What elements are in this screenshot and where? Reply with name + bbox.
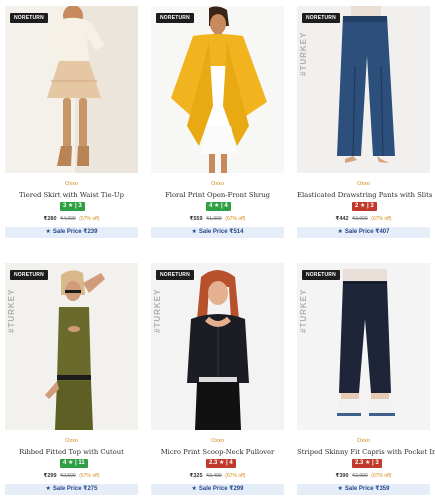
mrp-price: ₹3,499 — [206, 473, 222, 479]
discount-text: (67% off) — [79, 473, 100, 479]
mrp-price: ₹2,599 — [60, 473, 76, 479]
product-card[interactable]: NORETURN #TURKEY Oxxo Elasticated Drawst… — [297, 6, 432, 238]
product-image[interactable]: NORETURN #TURKEY — [297, 6, 430, 173]
product-card[interactable]: NORETURN #TURKEY Oxxo Micro Print Scoop-… — [151, 263, 284, 495]
discount-text: (67% off) — [225, 216, 246, 222]
brand-label: Oxxo — [357, 181, 370, 187]
noreturn-badge: NORETURN — [156, 270, 194, 280]
price-row: ₹559 ₹1,999 (67% off) — [151, 216, 284, 222]
sale-price-text: Sale Price ₹275 — [52, 486, 98, 492]
star-icon: ★ — [337, 229, 343, 235]
sale-price-text: Sale Price ₹239 — [52, 229, 98, 235]
price-row: ₹325 ₹3,499 (67% off) — [151, 473, 284, 479]
product-image[interactable]: NORETURN — [5, 6, 138, 173]
product-image[interactable]: NORETURN — [151, 6, 284, 173]
discount-text: (67% off) — [225, 473, 246, 479]
product-title[interactable]: Ribbed Fitted Top with Cutout — [5, 448, 138, 456]
price-row: ₹442 ₹3,999 (67% off) — [297, 216, 430, 222]
sale-price-banner: ★ Sale Price ₹299 — [151, 484, 284, 495]
product-grid: NORETURN Oxxo Tiered Skirt with Waist Ti… — [0, 0, 435, 500]
selling-price: ₹442 — [335, 216, 349, 222]
rating-badge: 3 ★ | 3 — [60, 202, 85, 211]
selling-price: ₹390 — [335, 473, 349, 479]
sale-price-banner: ★ Sale Price ₹239 — [5, 227, 138, 238]
mrp-price: ₹2,999 — [352, 473, 368, 479]
price-row: ₹280 ₹4,999 (67% off) — [5, 216, 138, 222]
product-title[interactable]: Elasticated Drawstring Pants with Slits — [297, 191, 432, 199]
product-title[interactable]: Floral Print Open-Front Shrug — [151, 191, 284, 199]
brand-label: Oxxo — [357, 438, 370, 444]
selling-price: ₹280 — [43, 216, 57, 222]
star-icon: ★ — [191, 486, 197, 492]
product-card[interactable]: NORETURN #TURKEY Oxxo Ribbed Fitted Top … — [5, 263, 138, 495]
product-card[interactable]: NORETURN Oxxo Tiered Skirt with Waist Ti… — [5, 6, 138, 238]
noreturn-badge: NORETURN — [10, 13, 48, 23]
sale-price-text: Sale Price ₹359 — [344, 486, 390, 492]
product-card[interactable]: NORETURN #TURKEY Oxxo Striped Skinny Fit… — [297, 263, 435, 495]
discount-text: (67% off) — [371, 473, 392, 479]
turkey-tag: #TURKEY — [153, 288, 162, 333]
rating-badge: 2.3 ★ | 3 — [352, 459, 382, 468]
sale-price-text: Sale Price ₹514 — [198, 229, 244, 235]
product-image[interactable]: NORETURN #TURKEY — [297, 263, 430, 430]
product-image[interactable]: NORETURN #TURKEY — [151, 263, 284, 430]
noreturn-badge: NORETURN — [302, 270, 340, 280]
rating-badge: 2 ★ | 3 — [352, 202, 377, 211]
brand-label: Oxxo — [65, 438, 78, 444]
mrp-price: ₹1,999 — [206, 216, 222, 222]
selling-price: ₹325 — [189, 473, 203, 479]
brand-label: Oxxo — [65, 181, 78, 187]
discount-text: (67% off) — [79, 216, 100, 222]
rating-badge: 4 ★ | 11 — [60, 459, 88, 468]
price-row: ₹299 ₹2,599 (67% off) — [5, 473, 138, 479]
noreturn-badge: NORETURN — [156, 13, 194, 23]
sale-price-banner: ★ Sale Price ₹359 — [297, 484, 430, 495]
product-card[interactable]: NORETURN Oxxo Floral Print Open-Front Sh… — [151, 6, 284, 238]
product-title[interactable]: Striped Skinny Fit Capris with Pocket In… — [297, 448, 435, 456]
sale-price-banner: ★ Sale Price ₹514 — [151, 227, 284, 238]
sale-price-banner: ★ Sale Price ₹275 — [5, 484, 138, 495]
sale-price-text: Sale Price ₹407 — [344, 229, 390, 235]
selling-price: ₹559 — [189, 216, 203, 222]
mrp-price: ₹3,999 — [352, 216, 368, 222]
sale-price-text: Sale Price ₹299 — [198, 486, 244, 492]
price-row: ₹390 ₹2,999 (67% off) — [297, 473, 430, 479]
star-icon: ★ — [45, 486, 51, 492]
turkey-tag: #TURKEY — [299, 31, 308, 76]
star-icon: ★ — [337, 486, 343, 492]
sale-price-banner: ★ Sale Price ₹407 — [297, 227, 430, 238]
mrp-price: ₹4,999 — [60, 216, 76, 222]
turkey-tag: #TURKEY — [299, 288, 308, 333]
brand-label: Oxxo — [211, 181, 224, 187]
rating-badge: 2.3 ★ | 4 — [206, 459, 236, 468]
product-image[interactable]: NORETURN #TURKEY — [5, 263, 138, 430]
noreturn-badge: NORETURN — [302, 13, 340, 23]
rating-badge: 4 ★ | 4 — [206, 202, 231, 211]
star-icon: ★ — [191, 229, 197, 235]
turkey-tag: #TURKEY — [7, 288, 16, 333]
product-title[interactable]: Tiered Skirt with Waist Tie-Up — [5, 191, 138, 199]
brand-label: Oxxo — [211, 438, 224, 444]
selling-price: ₹299 — [43, 473, 57, 479]
star-icon: ★ — [45, 229, 51, 235]
product-title[interactable]: Micro Print Scoop-Neck Pullover — [151, 448, 284, 456]
discount-text: (67% off) — [371, 216, 392, 222]
noreturn-badge: NORETURN — [10, 270, 48, 280]
